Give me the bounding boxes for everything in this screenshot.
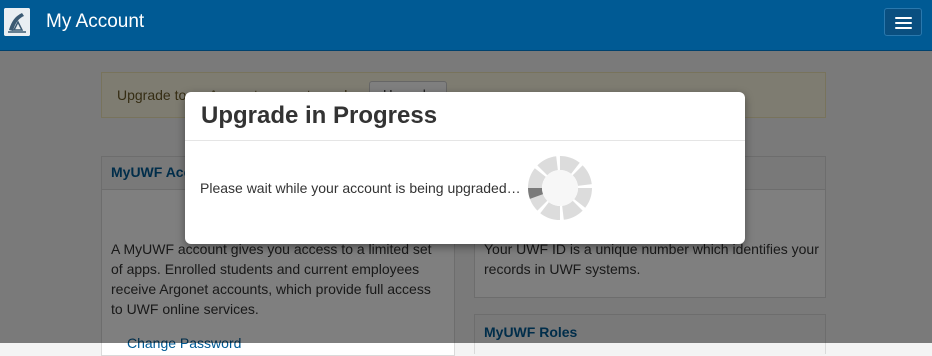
hamburger-menu-icon — [895, 17, 912, 19]
hamburger-menu-button[interactable] — [884, 8, 922, 36]
upgrade-progress-dialog: Upgrade in Progress Please wait while yo… — [185, 92, 745, 244]
modal-title: Upgrade in Progress — [201, 102, 438, 129]
app-title: My Account — [46, 11, 145, 32]
modal-message: Please wait while your account is being … — [200, 180, 521, 196]
uwf-logo-icon[interactable] — [4, 8, 30, 36]
loading-spinner-icon — [527, 155, 593, 221]
modal-header: Upgrade in Progress — [185, 92, 745, 141]
top-navbar: My Account — [0, 0, 932, 51]
